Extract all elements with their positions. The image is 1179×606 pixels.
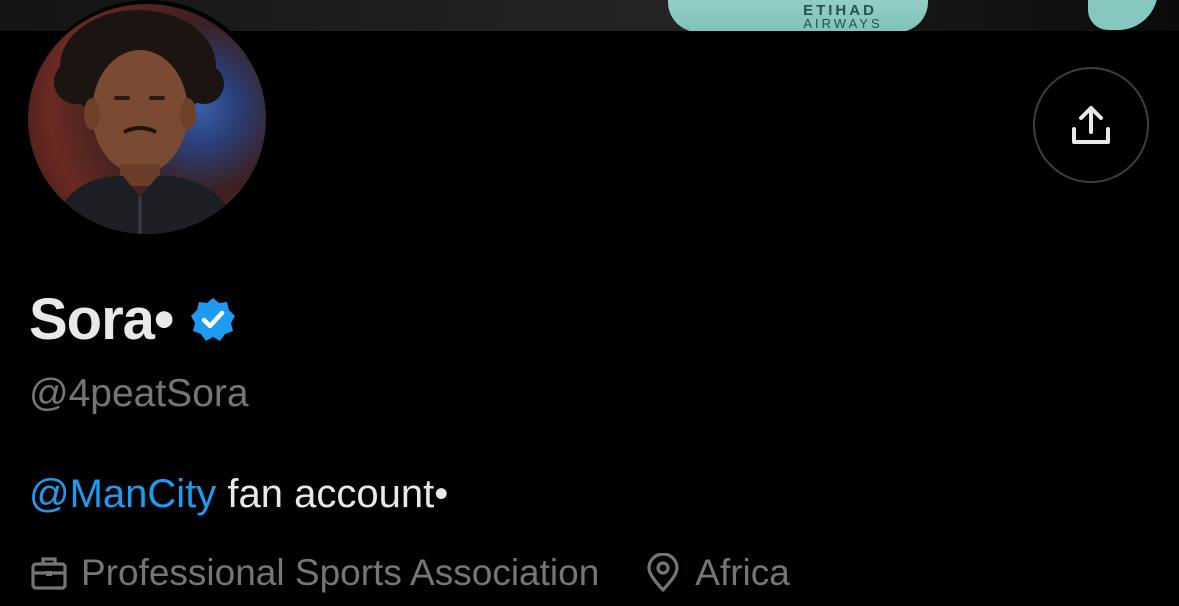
briefcase-icon [31,557,67,590]
profile-meta: Professional Sports Association Africa [29,552,790,594]
verified-badge-icon[interactable] [189,296,237,349]
profile-name-row: Sora• [29,286,237,353]
profile-bio: @ManCity fan account• [29,472,448,517]
banner-sponsor-subtext: AIRWAYS [803,16,883,31]
bio-text: fan account• [216,472,449,516]
meta-location: Africa [643,552,790,594]
location-pin-icon [647,553,679,592]
location-label: Africa [695,552,790,593]
banner-sleeve [1088,0,1158,30]
avatar-portrait [48,10,243,234]
category-label: Professional Sports Association [81,552,600,593]
display-name: Sora• [29,287,174,352]
avatar[interactable] [26,0,270,236]
profile-handle: @4peatSora [29,372,249,415]
meta-category: Professional Sports Association [29,552,599,594]
avatar-photo [28,4,266,234]
share-button[interactable] [1033,67,1149,183]
bio-mention-link[interactable]: @ManCity [29,472,216,516]
share-upload-icon [1072,106,1110,144]
